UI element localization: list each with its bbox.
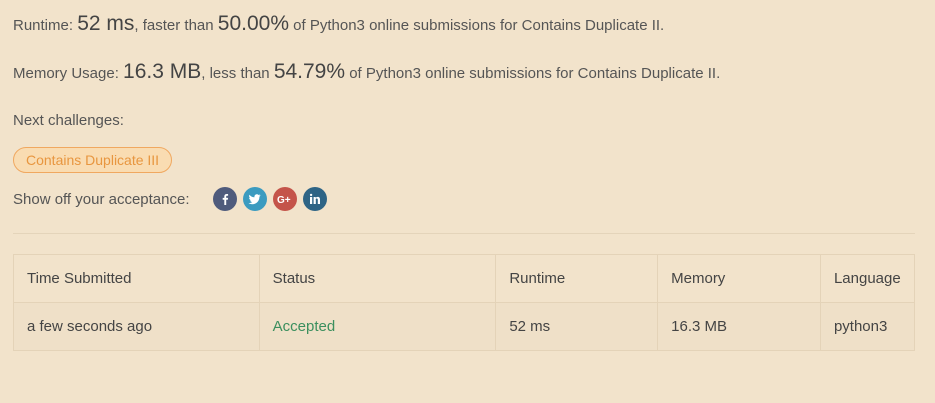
header-language: Language (819, 254, 916, 303)
runtime-stat: Runtime: 52 ms, faster than 50.00% of Py… (13, 12, 664, 36)
memory-stat: Memory Usage: 16.3 MB, less than 54.79% … (13, 60, 720, 84)
table-header-row: Time Submitted Status Runtime Memory Lan… (13, 254, 916, 303)
linkedin-icon[interactable] (302, 187, 327, 211)
next-challenge-link[interactable]: Contains Duplicate III (13, 147, 173, 173)
memory-mid: , less than (201, 65, 274, 82)
submission-result-page: Runtime: 52 ms, faster than 50.00% of Py… (0, 0, 935, 403)
memory-percent: 54.79% (273, 60, 346, 83)
runtime-mid: , faster than (134, 17, 218, 34)
runtime-suffix: of Python3 online submissions for Contai… (289, 17, 665, 34)
cell-memory: 16.3 MB (657, 302, 821, 351)
svg-text:G+: G+ (277, 195, 291, 205)
section-divider (13, 233, 915, 234)
memory-prefix: Memory Usage: (13, 65, 124, 82)
twitter-icon[interactable] (242, 187, 267, 211)
next-challenges-label: Next challenges: (13, 112, 124, 129)
header-time-submitted: Time Submitted (13, 254, 260, 303)
runtime-percent: 50.00% (217, 12, 290, 35)
table-row: a few seconds ago Accepted 52 ms 16.3 MB… (13, 302, 916, 351)
google-plus-icon[interactable]: G+ (272, 187, 297, 211)
facebook-icon[interactable] (212, 187, 237, 211)
header-runtime: Runtime (495, 254, 659, 303)
runtime-value: 52 ms (77, 12, 135, 35)
header-memory: Memory (657, 254, 821, 303)
header-status: Status (258, 254, 497, 303)
cell-runtime: 52 ms (495, 302, 659, 351)
share-row: Show off your acceptance: G+ (13, 186, 333, 212)
memory-suffix: of Python3 online submissions for Contai… (345, 65, 721, 82)
submissions-table: Time Submitted Status Runtime Memory Lan… (13, 254, 916, 351)
cell-status: Accepted (258, 302, 497, 351)
memory-value: 16.3 MB (123, 60, 202, 83)
status-accepted-link[interactable]: Accepted (273, 318, 336, 335)
runtime-prefix: Runtime: (13, 17, 78, 34)
share-label: Show off your acceptance: (13, 190, 190, 208)
cell-language: python3 (819, 302, 916, 351)
cell-time-submitted: a few seconds ago (13, 302, 260, 351)
